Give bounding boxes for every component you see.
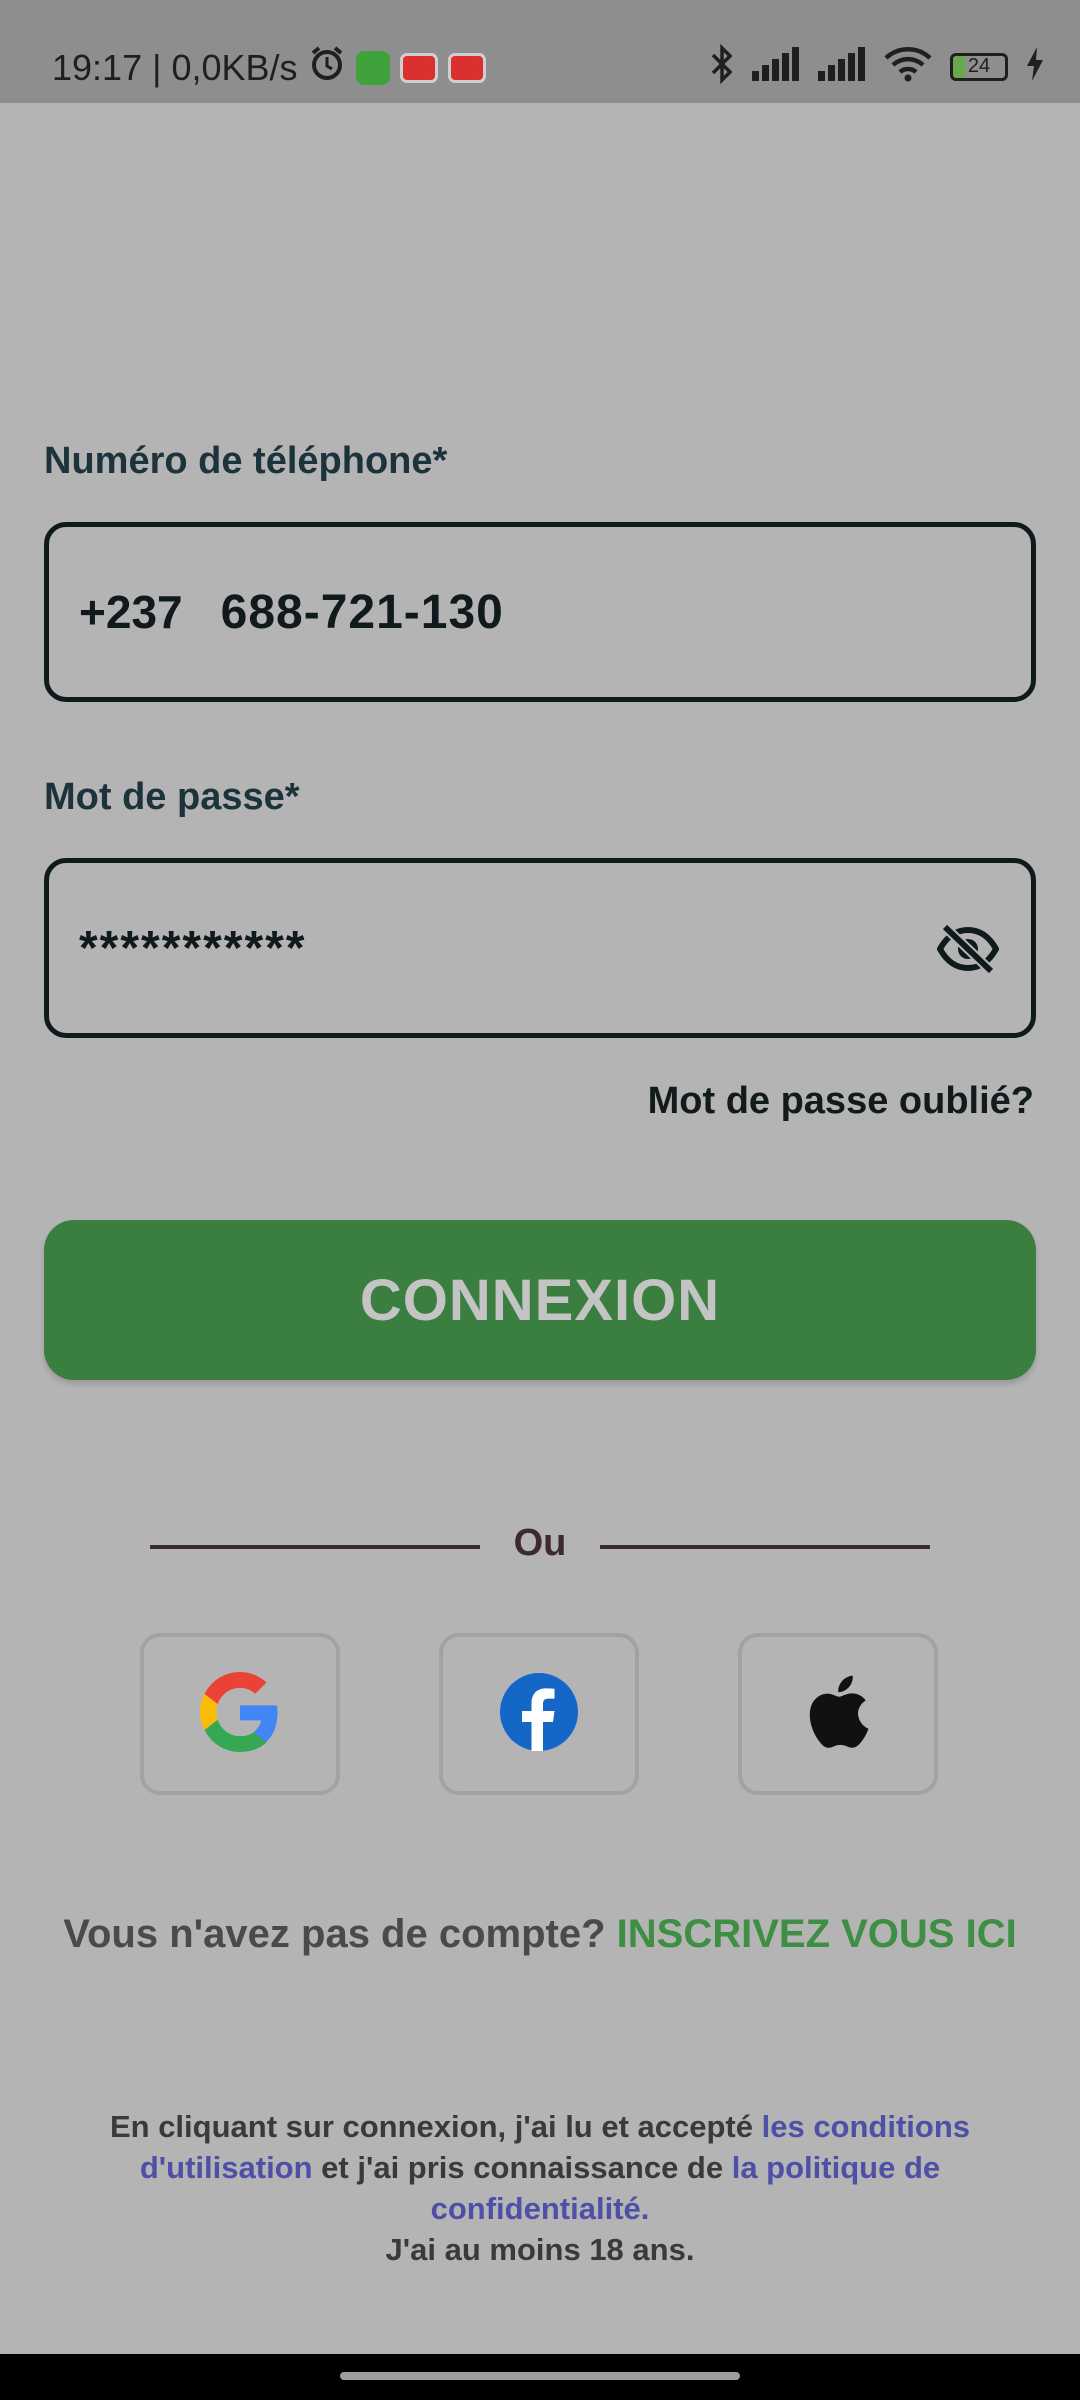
country-code-prefix[interactable]: +237	[79, 585, 183, 639]
legal-text-part1: En cliquant sur connexion, j'ai lu et ac…	[109, 2109, 762, 2144]
status-time-speed: 19:17 | 0,0KB/s	[52, 46, 298, 88]
apple-login-button[interactable]	[738, 1633, 938, 1795]
age-statement: J'ai au moins 18 ans.	[385, 2232, 695, 2267]
navigation-bar	[0, 2354, 1080, 2400]
signup-prompt-text: Vous n'avez pas de compte?	[63, 1912, 606, 1956]
signal-icon	[752, 47, 800, 86]
signup-prompt: Vous n'avez pas de compte? INSCRIVEZ VOU…	[0, 1912, 1080, 1957]
legal-text: En cliquant sur connexion, j'ai lu et ac…	[90, 2106, 990, 2270]
app-notification-icon	[355, 50, 390, 85]
google-login-button[interactable]	[140, 1633, 340, 1795]
signup-link[interactable]: INSCRIVEZ VOUS ICI	[617, 1912, 1017, 1956]
battery-icon: 24	[950, 52, 1008, 81]
signal-icon	[818, 47, 866, 86]
wifi-icon	[884, 46, 932, 87]
facebook-icon	[500, 1672, 578, 1756]
bluetooth-icon	[710, 43, 734, 89]
phone-label: Numéro de téléphone*	[44, 440, 448, 482]
separator-text: Ou	[513, 1522, 567, 1564]
forgot-password-link[interactable]: Mot de passe oublié?	[648, 1080, 1034, 1123]
youtube-icon	[447, 52, 486, 83]
password-input[interactable]: ***********	[79, 921, 306, 976]
password-label: Mot de passe*	[44, 776, 300, 818]
legal-text-part2: et j'ai pris connaissance de	[312, 2150, 732, 2185]
apple-icon	[807, 1675, 869, 1754]
battery-level: 24	[967, 55, 991, 77]
password-field[interactable]: ***********	[44, 858, 1036, 1038]
phone-input[interactable]: 688-721-130	[221, 585, 504, 640]
connect-button[interactable]: CONNEXION	[44, 1220, 1036, 1380]
eye-off-icon[interactable]	[936, 923, 1000, 980]
youtube-icon	[399, 52, 438, 83]
google-icon	[200, 1671, 280, 1757]
home-handle[interactable]	[340, 2372, 740, 2380]
facebook-login-button[interactable]	[439, 1633, 639, 1795]
charging-icon	[1026, 47, 1044, 86]
alarm-icon	[308, 44, 346, 91]
status-bar: 19:17 | 0,0KB/s 24	[0, 0, 1080, 103]
phone-field[interactable]: +237 688-721-130	[44, 522, 1036, 702]
status-left: 19:17 | 0,0KB/s	[52, 44, 486, 91]
status-right: 24	[710, 43, 1044, 89]
